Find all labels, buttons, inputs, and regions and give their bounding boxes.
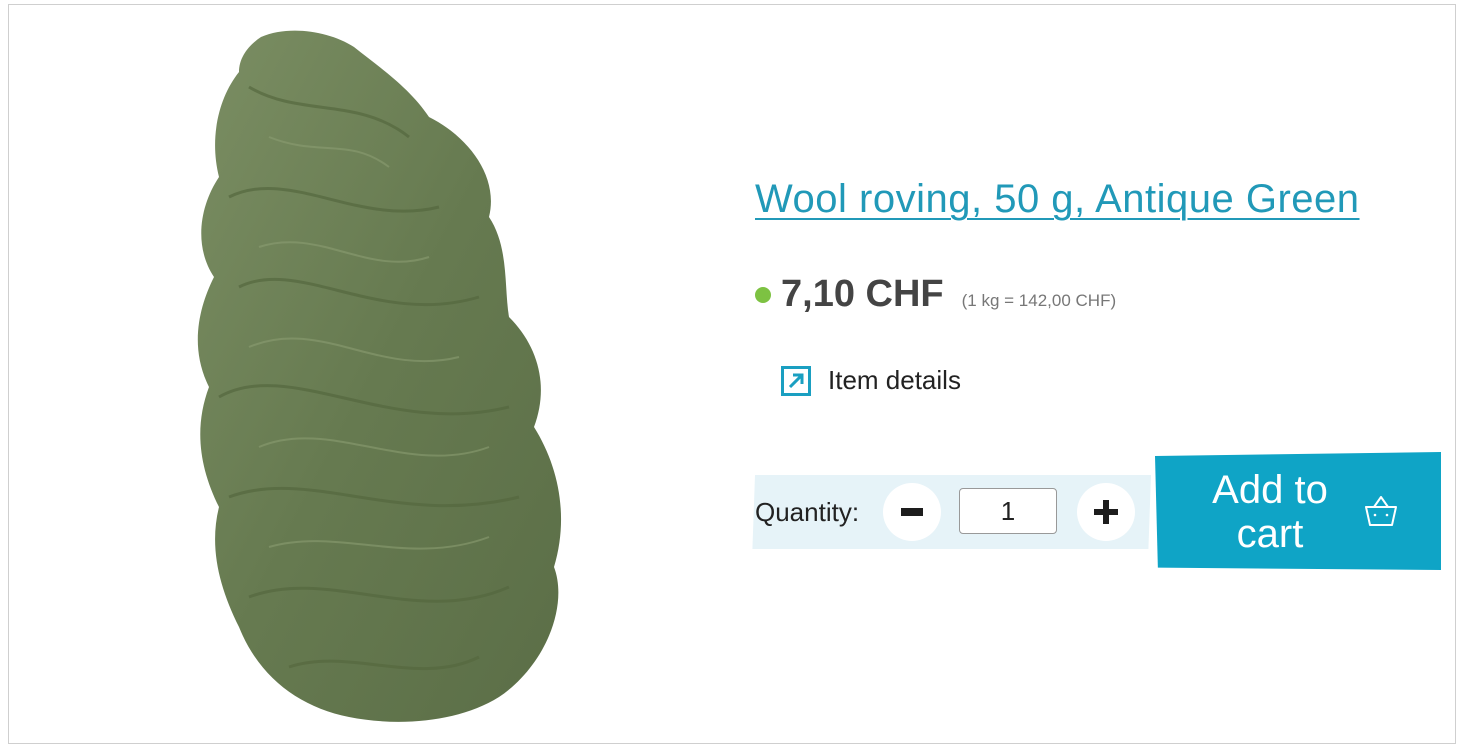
quantity-increase-button[interactable] (1077, 483, 1135, 541)
add-to-cart-label: Add to cart (1212, 468, 1328, 556)
price-row: 7,10 CHF (1 kg = 142,00 CHF) (755, 273, 1116, 316)
add-to-cart-button[interactable]: Add to cart (1155, 452, 1441, 570)
stock-status-dot (755, 287, 771, 303)
product-image[interactable] (179, 27, 589, 727)
unit-price: (1 kg = 142,00 CHF) (961, 291, 1117, 310)
product-price: 7,10 CHF (781, 273, 944, 315)
external-arrow-icon (781, 365, 811, 396)
quantity-input[interactable] (959, 488, 1057, 534)
item-details-label: Item details (828, 365, 961, 395)
item-details-link[interactable]: Item details (781, 365, 961, 396)
plus-icon (1094, 500, 1118, 524)
product-card: Wool roving, 50 g, Antique Green 7,10 CH… (8, 4, 1456, 744)
product-title-link[interactable]: Wool roving, 50 g, Antique Green (755, 177, 1360, 222)
quantity-label: Quantity: (755, 497, 860, 527)
minus-icon (901, 508, 923, 516)
quantity-decrease-button[interactable] (883, 483, 941, 541)
basket-icon (1365, 496, 1397, 526)
